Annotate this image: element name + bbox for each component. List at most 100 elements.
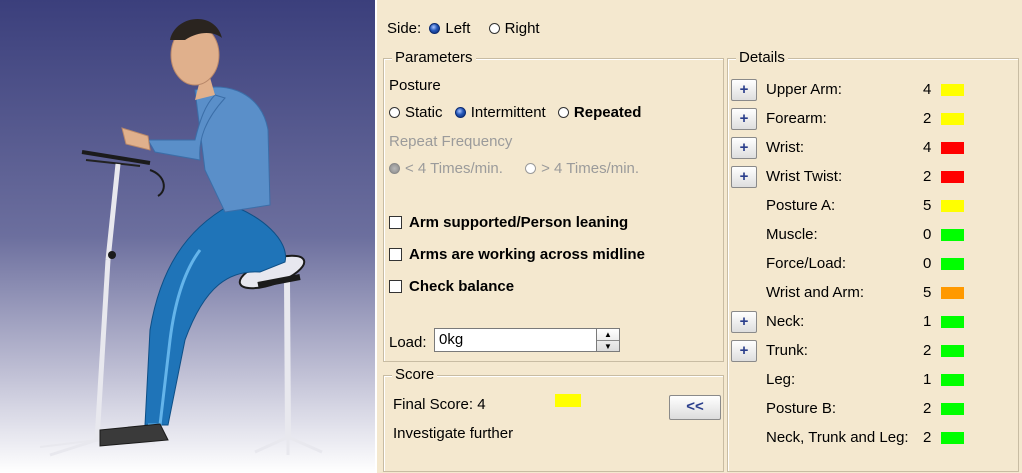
detail-label: Forearm: bbox=[766, 110, 827, 127]
parameters-title: Parameters bbox=[392, 49, 476, 66]
detail-score: 2 bbox=[923, 342, 932, 359]
side-left-label: Left bbox=[445, 20, 471, 37]
radio-empty-icon bbox=[525, 163, 537, 174]
detail-color-swatch bbox=[941, 113, 964, 125]
repeat-frequency-label: Repeat Frequency bbox=[389, 133, 513, 150]
detail-color-swatch bbox=[941, 316, 964, 328]
expand-button[interactable]: + bbox=[731, 340, 757, 362]
detail-score: 0 bbox=[923, 226, 932, 243]
load-label: Load: bbox=[389, 334, 427, 351]
detail-score: 2 bbox=[923, 168, 932, 185]
expand-button[interactable]: + bbox=[731, 311, 757, 333]
expand-button[interactable]: + bbox=[731, 137, 757, 159]
arm-supported-label: Arm supported/Person leaning bbox=[409, 214, 629, 231]
detail-label: Neck, Trunk and Leg: bbox=[766, 429, 909, 446]
detail-color-swatch bbox=[941, 229, 964, 241]
side-label: Side: bbox=[387, 20, 422, 37]
detail-score: 5 bbox=[923, 284, 932, 301]
detail-score: 1 bbox=[923, 313, 932, 330]
repeat-less-radio[interactable]: < 4 Times/min. bbox=[389, 160, 503, 177]
detail-score: 5 bbox=[923, 197, 932, 214]
side-right-radio[interactable]: Right bbox=[488, 20, 540, 37]
detail-label: Muscle: bbox=[766, 226, 818, 243]
posture-repeated-radio[interactable]: Repeated bbox=[557, 104, 642, 121]
load-spinner[interactable]: ▲ ▼ bbox=[596, 328, 620, 352]
detail-score: 4 bbox=[923, 81, 932, 98]
radio-empty-icon bbox=[557, 107, 569, 118]
collapse-button[interactable]: << bbox=[669, 395, 721, 420]
manikin-shoe bbox=[99, 423, 169, 447]
posture-repeated-label: Repeated bbox=[573, 104, 642, 121]
detail-score: 2 bbox=[923, 429, 932, 446]
expand-button[interactable]: + bbox=[731, 79, 757, 101]
detail-score: 2 bbox=[923, 400, 932, 417]
repeat-less-label: < 4 Times/min. bbox=[405, 160, 503, 177]
detail-color-swatch bbox=[941, 171, 964, 183]
detail-color-swatch bbox=[941, 403, 964, 415]
check-balance-label: Check balance bbox=[409, 278, 515, 295]
posture-intermittent-radio[interactable]: Intermittent bbox=[454, 104, 546, 121]
repeat-more-label: > 4 Times/min. bbox=[541, 160, 640, 177]
arm-supported-checkbox[interactable]: Arm supported/Person leaning bbox=[389, 214, 628, 231]
arms-midline-label: Arms are working across midline bbox=[409, 246, 645, 263]
detail-color-swatch bbox=[941, 345, 964, 357]
detail-label: Posture A: bbox=[766, 197, 836, 214]
score-title: Score bbox=[392, 366, 438, 383]
expand-button[interactable]: + bbox=[731, 108, 757, 130]
repeat-frequency-options: < 4 Times/min. > 4 Times/min. bbox=[389, 160, 639, 177]
detail-score: 4 bbox=[923, 139, 932, 156]
detail-score: 2 bbox=[923, 110, 932, 127]
detail-color-swatch bbox=[941, 432, 964, 444]
checkbox-empty-icon bbox=[389, 216, 402, 229]
3d-viewport[interactable] bbox=[0, 0, 375, 473]
checkbox-empty-icon bbox=[389, 280, 402, 293]
check-balance-checkbox[interactable]: Check balance bbox=[389, 278, 514, 295]
manikin-torso bbox=[194, 86, 271, 213]
posture-intermittent-label: Intermittent bbox=[470, 104, 546, 121]
detail-color-swatch bbox=[941, 142, 964, 154]
manikin-hand bbox=[121, 127, 151, 151]
radio-selected-icon bbox=[454, 107, 466, 118]
load-value: 0kg bbox=[439, 331, 464, 348]
detail-label: Leg: bbox=[766, 371, 796, 388]
detail-label: Upper Arm: bbox=[766, 81, 842, 98]
detail-color-swatch bbox=[941, 200, 964, 212]
detail-color-swatch bbox=[941, 374, 964, 386]
score-group: Score bbox=[383, 366, 724, 472]
final-score-label: Final Score: 4 bbox=[393, 396, 486, 413]
standing-desk-stand bbox=[39, 150, 165, 457]
manikin-legs bbox=[144, 204, 286, 427]
repeat-more-radio[interactable]: > 4 Times/min. bbox=[525, 160, 639, 177]
detail-score: 1 bbox=[923, 371, 932, 388]
detail-label: Posture B: bbox=[766, 400, 837, 417]
detail-color-swatch bbox=[941, 287, 964, 299]
spinner-down-icon[interactable]: ▼ bbox=[597, 341, 619, 352]
arms-midline-checkbox[interactable]: Arms are working across midline bbox=[389, 246, 645, 263]
rula-analysis-panel: Side: Left Right Parameters Posture Stat… bbox=[377, 0, 1022, 473]
side-right-label: Right bbox=[504, 20, 540, 37]
side-row: Side: Left Right bbox=[387, 20, 540, 37]
score-message: Investigate further bbox=[393, 425, 514, 442]
detail-label: Force/Load: bbox=[766, 255, 847, 272]
spinner-up-icon[interactable]: ▲ bbox=[597, 329, 619, 341]
detail-label: Wrist Twist: bbox=[766, 168, 843, 185]
stool bbox=[238, 254, 323, 455]
posture-label: Posture bbox=[389, 77, 441, 94]
radio-selected-icon bbox=[429, 23, 441, 34]
detail-color-swatch bbox=[941, 258, 964, 270]
detail-label: Wrist: bbox=[766, 139, 805, 156]
detail-score: 0 bbox=[923, 255, 932, 272]
detail-label: Trunk: bbox=[766, 342, 808, 359]
detail-label: Neck: bbox=[766, 313, 805, 330]
expand-button[interactable]: + bbox=[731, 166, 757, 188]
final-score-color-swatch bbox=[555, 394, 581, 407]
posture-static-radio[interactable]: Static bbox=[389, 104, 443, 121]
side-left-radio[interactable]: Left bbox=[429, 20, 470, 37]
detail-color-swatch bbox=[941, 84, 964, 96]
checkbox-empty-icon bbox=[389, 248, 402, 261]
load-input[interactable]: 0kg bbox=[434, 328, 598, 352]
posture-options: Static Intermittent Repeated bbox=[389, 104, 641, 121]
detail-label: Wrist and Arm: bbox=[766, 284, 865, 301]
radio-selected-icon bbox=[389, 163, 400, 174]
manikin-scene-illustration bbox=[39, 19, 323, 457]
